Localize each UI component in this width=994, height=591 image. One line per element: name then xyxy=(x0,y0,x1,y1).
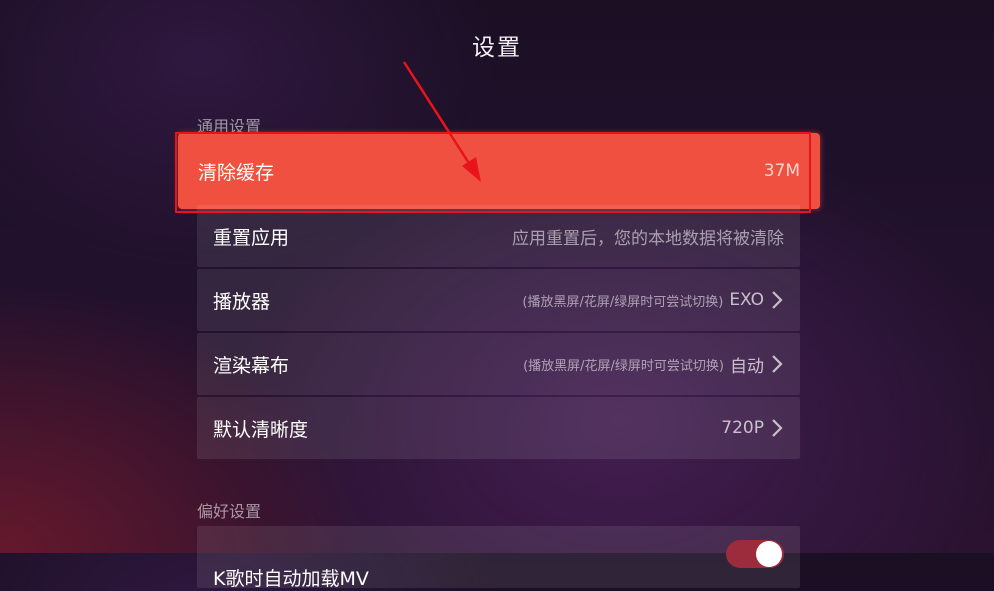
section-label-preferences: 偏好设置 xyxy=(197,502,262,521)
render-canvas-label: 渲染幕布 xyxy=(213,354,290,377)
clear-cache-label: 清除缓存 xyxy=(198,161,275,184)
page-title: 设置 xyxy=(472,35,522,61)
auto-load-mv-label: K歌时自动加载MV xyxy=(213,567,369,590)
default-quality-value: 720P xyxy=(721,418,764,438)
clear-cache-item[interactable]: 清除缓存 37M xyxy=(178,133,820,209)
cache-size-value: 37M xyxy=(763,161,800,181)
toggle-knob xyxy=(756,541,782,567)
player-item[interactable]: 播放器 (播放黑屏/花屏/绿屏时可尝试切换) EXO xyxy=(197,269,800,331)
default-quality-item[interactable]: 默认清晰度 720P xyxy=(197,397,800,459)
reset-app-description: 应用重置后，您的本地数据将被清除 xyxy=(512,228,784,249)
render-canvas-hint: (播放黑屏/花屏/绿屏时可尝试切换) xyxy=(523,358,724,374)
chevron-right-icon xyxy=(772,355,783,373)
auto-load-mv-toggle[interactable] xyxy=(726,540,784,568)
chevron-right-icon xyxy=(772,291,783,309)
chevron-right-icon xyxy=(772,419,783,437)
auto-load-mv-item[interactable]: K歌时自动加载MV xyxy=(197,526,800,590)
render-canvas-value: 自动 xyxy=(730,356,764,377)
render-canvas-item[interactable]: 渲染幕布 (播放黑屏/花屏/绿屏时可尝试切换) 自动 xyxy=(197,333,800,395)
default-quality-label: 默认清晰度 xyxy=(213,418,309,441)
reset-app-item[interactable]: 重置应用 应用重置后，您的本地数据将被清除 xyxy=(197,205,800,267)
player-hint: (播放黑屏/花屏/绿屏时可尝试切换) xyxy=(522,294,724,310)
reset-app-label: 重置应用 xyxy=(213,226,290,249)
player-value: EXO xyxy=(729,290,764,310)
player-label: 播放器 xyxy=(213,290,271,313)
